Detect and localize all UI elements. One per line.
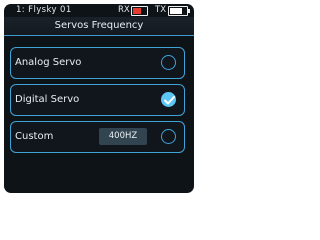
option-analog-servo[interactable]: Analog Servo — [10, 47, 185, 79]
screen: 1: Flysky 01 RX TX Servos Frequency Anal… — [4, 4, 194, 193]
checkmark-icon[interactable] — [161, 92, 176, 107]
option-digital-servo[interactable]: Digital Servo — [10, 84, 185, 116]
tx-label: TX — [155, 5, 167, 15]
battery-nub — [188, 9, 190, 13]
model-name: 1: Flysky 01 — [16, 5, 72, 15]
option-label: Digital Servo — [15, 94, 80, 105]
custom-frequency-value[interactable]: 400HZ — [99, 128, 147, 145]
rx-signal-fill — [133, 8, 141, 14]
page-title: Servos Frequency — [4, 17, 194, 36]
radio-empty-icon[interactable] — [161, 129, 176, 144]
radio-empty-icon[interactable] — [161, 55, 176, 70]
option-label: Custom — [15, 131, 54, 142]
device-frame: 1: Flysky 01 RX TX Servos Frequency Anal… — [0, 0, 200, 200]
rx-label: RX — [118, 5, 130, 15]
rx-signal-bar — [131, 6, 148, 16]
battery-icon — [168, 6, 190, 16]
status-bar: 1: Flysky 01 RX TX — [4, 4, 194, 17]
option-custom[interactable]: Custom 400HZ — [10, 121, 185, 153]
option-label: Analog Servo — [15, 57, 82, 68]
battery-fill — [170, 8, 182, 14]
